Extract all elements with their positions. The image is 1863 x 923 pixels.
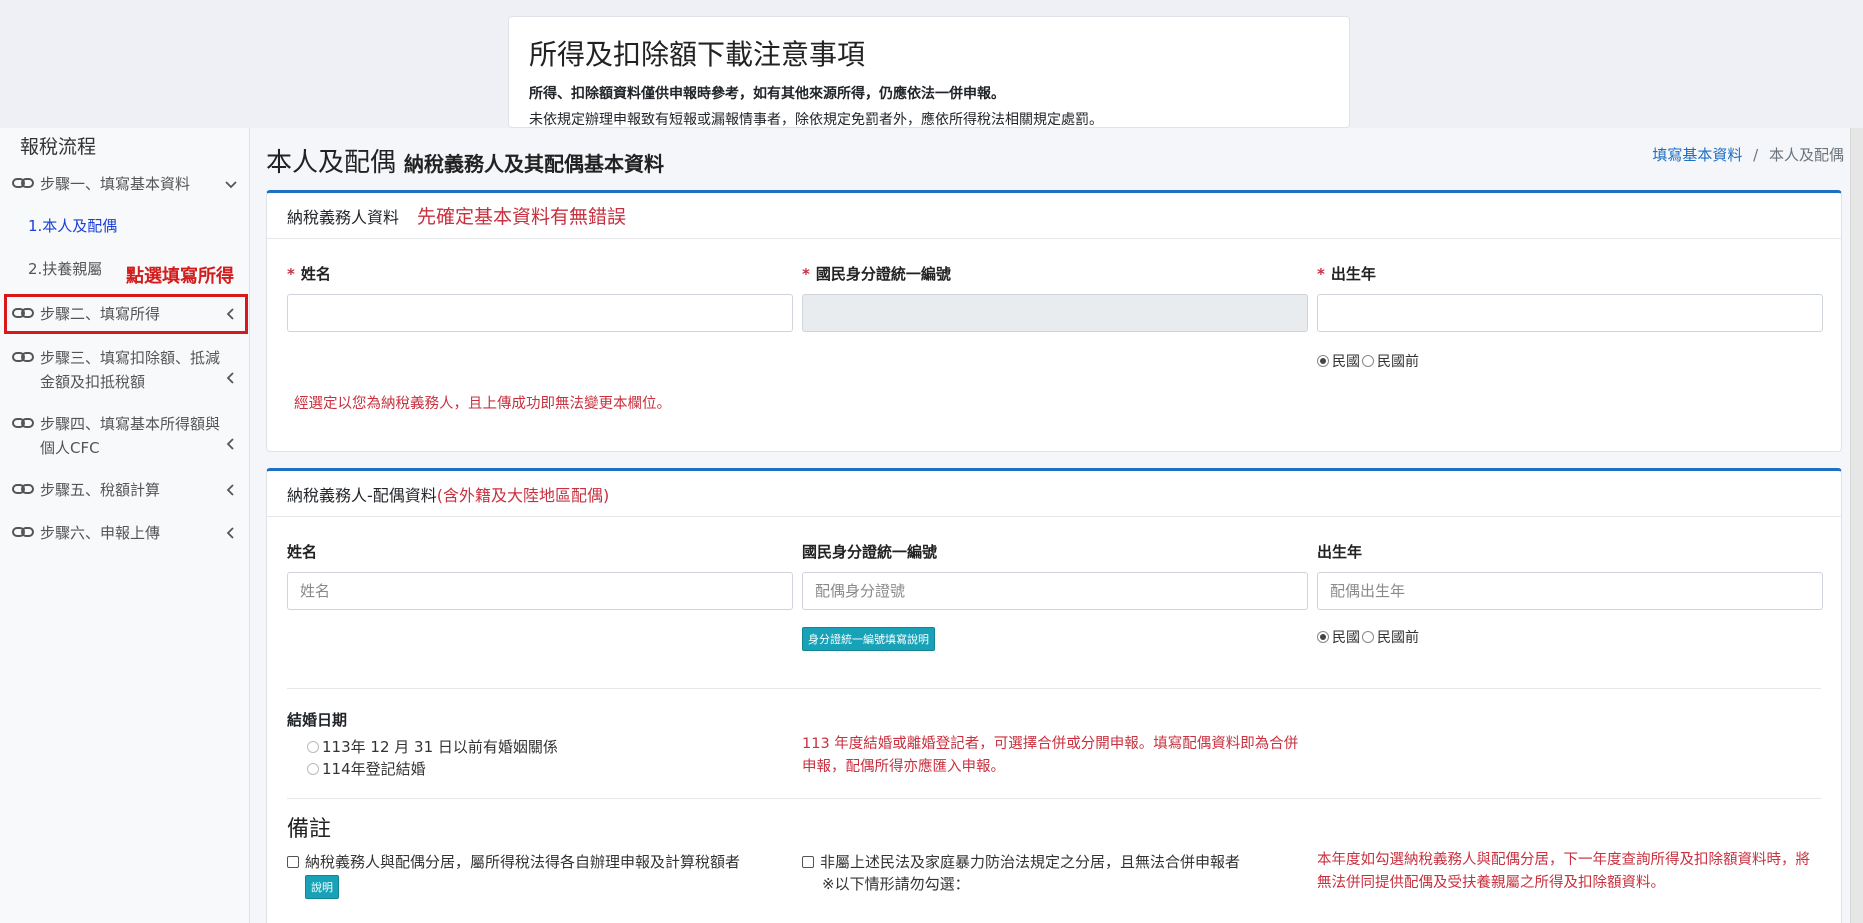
taxpayer-name-field: * 姓名 bbox=[287, 263, 793, 332]
spouse-card-title: 納稅義務人-配偶資料 bbox=[287, 485, 437, 505]
divider bbox=[287, 798, 1821, 799]
spouse-birth-label: 出生年 bbox=[1317, 543, 1363, 561]
spouse-id-input[interactable] bbox=[802, 572, 1308, 610]
radio-roc[interactable] bbox=[1317, 355, 1329, 367]
sidebar-step-2-label: 步驟二、填寫所得 bbox=[40, 305, 161, 323]
taxpayer-name-label: 姓名 bbox=[300, 265, 331, 283]
divider bbox=[287, 688, 1821, 689]
link-icon bbox=[12, 308, 34, 318]
breadcrumb-current: 本人及配偶 bbox=[1768, 146, 1844, 164]
sidebar-sub-dependents[interactable]: 2.扶養親屬 bbox=[28, 258, 102, 279]
notice-title: 所得及扣除額下載注意事項 bbox=[529, 38, 866, 71]
page-title-main: 本人及配偶 bbox=[266, 148, 397, 178]
spouse-card-title-paren: (含外籍及大陸地區配偶) bbox=[436, 485, 610, 505]
breadcrumb-link-basic-info[interactable]: 填寫基本資料 bbox=[1652, 146, 1742, 164]
remark-separated-1[interactable]: 納稅義務人與配偶分居，屬所得稅法得各自辦理申報及計算稅額者 bbox=[287, 851, 740, 872]
sidebar-step-1-label: 步驟一、填寫基本資料 bbox=[40, 175, 191, 193]
sidebar-step-4-label: 步驟四、填寫基本所得額與個人CFC bbox=[40, 415, 221, 457]
link-icon bbox=[12, 352, 34, 362]
marriage-note: 113 年度結婚或離婚登記者，可選擇合併或分開申報。填寫配偶資料即為合併申報，配… bbox=[802, 736, 1299, 776]
notice-card: 所得及扣除額下載注意事項 所得、扣除額資料僅供申報時參考，如有其他來源所得，仍應… bbox=[508, 16, 1350, 128]
spouse-card: 納稅義務人-配偶資料(含外籍及大陸地區配偶) 姓名 國民身分證統一編號 出生年 … bbox=[266, 468, 1842, 923]
spouse-era-radios: 民國 民國前 bbox=[1317, 627, 1419, 647]
taxpayer-note: 經選定以您為納稅義務人，且上傳成功即無法變更本欄位。 bbox=[294, 396, 671, 412]
sidebar-step-1[interactable]: 步驟一、填寫基本資料 bbox=[12, 172, 237, 196]
page-title: 本人及配偶 納稅義務人及其配偶基本資料 bbox=[266, 142, 664, 179]
sidebar-step-3[interactable]: 步驟三、填寫扣除額、抵減金額及扣抵稅額 bbox=[12, 346, 237, 394]
taxpayer-card: 納稅義務人資料 先確定基本資料有無錯誤 * 姓名 * 國民身分證統一編號 * 出生年 … bbox=[266, 190, 1842, 452]
annotation-label: 點選填寫所得 bbox=[126, 266, 234, 287]
remarks-title: 備註 bbox=[287, 817, 332, 842]
marriage-option-1[interactable]: 113年 12 月 31 日以前有婚姻關係 bbox=[307, 736, 558, 757]
sidebar-title: 報稅流程 bbox=[20, 136, 97, 158]
radio-pre-roc[interactable] bbox=[1362, 631, 1374, 643]
remark-2-subnote: ※以下情形請勿勾選： bbox=[822, 875, 970, 893]
marriage-option-2[interactable]: 114年登記結婚 bbox=[307, 758, 426, 779]
taxpayer-birth-field: * 出生年 bbox=[1317, 263, 1823, 332]
taxpayer-card-title: 納稅義務人資料 bbox=[287, 207, 400, 227]
radio-roc[interactable] bbox=[1317, 631, 1329, 643]
taxpayer-warning: 先確定基本資料有無錯誤 bbox=[417, 206, 627, 228]
notice-line-2: 未依規定辦理申報致有短報或漏報情事者，除依規定免罰者外，應依所得稅法相關規定處罰… bbox=[529, 112, 1103, 129]
breadcrumb: 填寫基本資料 / 本人及配偶 bbox=[1652, 144, 1844, 165]
taxpayer-birth-input[interactable] bbox=[1317, 294, 1823, 332]
spouse-name-label: 姓名 bbox=[287, 543, 318, 561]
sidebar-step-3-label: 步驟三、填寫扣除額、抵減金額及扣抵稅額 bbox=[40, 349, 221, 391]
page-subtitle: 納稅義務人及其配偶基本資料 bbox=[404, 152, 665, 176]
taxpayer-id-label: 國民身分證統一編號 bbox=[815, 265, 951, 283]
radio-pre-roc[interactable] bbox=[1362, 355, 1374, 367]
chevron-left-icon bbox=[226, 308, 234, 320]
spouse-card-header: 納稅義務人-配偶資料 (含外籍及大陸地區配偶) bbox=[267, 471, 1841, 517]
sidebar-step-5-label: 步驟五、稅額計算 bbox=[40, 481, 161, 499]
link-icon bbox=[12, 484, 34, 494]
chevron-left-icon bbox=[226, 372, 234, 384]
sidebar-step-4[interactable]: 步驟四、填寫基本所得額與個人CFC bbox=[12, 412, 237, 460]
sidebar: 報稅流程 步驟一、填寫基本資料 1.本人及配偶 2.扶養親屬 點選填寫所得 步驟… bbox=[0, 128, 250, 923]
notice-line-1: 所得、扣除額資料僅供申報時參考，如有其他來源所得，仍應依法一併申報。 bbox=[529, 86, 1005, 103]
sidebar-step-5[interactable]: 步驟五、稅額計算 bbox=[12, 478, 237, 502]
spouse-name-field: 姓名 bbox=[287, 541, 793, 610]
marriage-date-label: 結婚日期 bbox=[287, 711, 348, 729]
required-mark: * bbox=[802, 265, 810, 283]
sidebar-step-2[interactable]: 步驟二、填寫所得 bbox=[12, 302, 237, 326]
breadcrumb-separator: / bbox=[1753, 146, 1759, 164]
radio-marriage-2[interactable] bbox=[307, 762, 319, 775]
id-help-button[interactable]: 身分證統一編號填寫說明 bbox=[802, 627, 935, 651]
chevron-left-icon bbox=[226, 527, 234, 539]
taxpayer-birth-label: 出生年 bbox=[1330, 265, 1376, 283]
checkbox-remark-1[interactable] bbox=[287, 855, 299, 868]
spouse-name-input[interactable] bbox=[287, 572, 793, 610]
chevron-left-icon bbox=[226, 438, 234, 450]
spouse-id-label: 國民身分證統一編號 bbox=[802, 543, 938, 561]
taxpayer-id-input bbox=[802, 294, 1308, 332]
taxpayer-name-input[interactable] bbox=[287, 294, 793, 332]
scrollbar[interactable] bbox=[1850, 128, 1863, 923]
spouse-id-field: 國民身分證統一編號 bbox=[802, 541, 1308, 610]
spouse-birth-field: 出生年 bbox=[1317, 541, 1823, 610]
sidebar-step-6-label: 步驟六、申報上傳 bbox=[40, 524, 161, 542]
sidebar-sub-self-spouse[interactable]: 1.本人及配偶 bbox=[28, 215, 117, 236]
chevron-down-icon bbox=[225, 181, 237, 189]
required-mark: * bbox=[1317, 265, 1325, 283]
link-icon bbox=[12, 178, 34, 188]
main-content: 本人及配偶 納稅義務人及其配偶基本資料 填寫基本資料 / 本人及配偶 納稅義務人資… bbox=[250, 128, 1850, 923]
taxpayer-card-header: 納稅義務人資料 先確定基本資料有無錯誤 bbox=[267, 193, 1841, 239]
taxpayer-id-field: * 國民身分證統一編號 bbox=[802, 263, 1308, 332]
link-icon bbox=[12, 418, 34, 428]
remark-note: 本年度如勾選納稅義務人與配偶分居，下一年度查詢所得及扣除額資料時，將無法併同提供… bbox=[1317, 852, 1810, 892]
required-mark: * bbox=[287, 265, 295, 283]
remark-explain-button[interactable]: 說明 bbox=[305, 875, 339, 899]
taxpayer-era-radios: 民國 民國前 bbox=[1317, 351, 1419, 371]
link-icon bbox=[12, 527, 34, 537]
chevron-left-icon bbox=[226, 484, 234, 496]
remark-separated-2[interactable]: 非屬上述民法及家庭暴力防治法規定之分居，且無法合併申報者 bbox=[802, 851, 1240, 872]
checkbox-remark-2[interactable] bbox=[802, 855, 814, 868]
spouse-birth-input[interactable] bbox=[1317, 572, 1823, 610]
sidebar-step-6[interactable]: 步驟六、申報上傳 bbox=[12, 521, 237, 545]
radio-marriage-1[interactable] bbox=[307, 740, 319, 753]
